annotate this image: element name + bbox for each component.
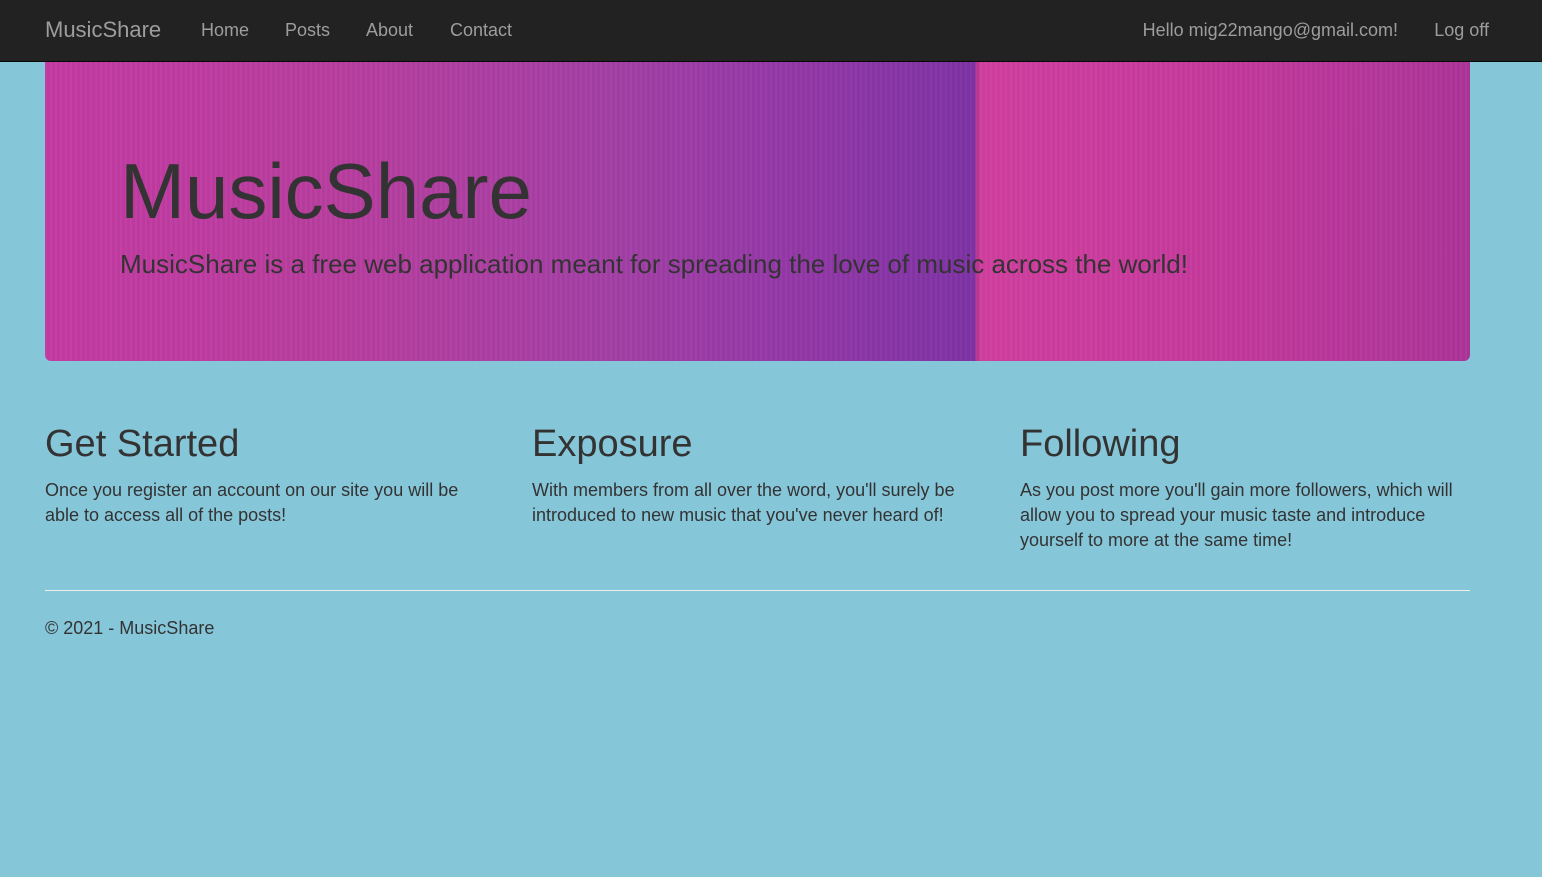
- footer-divider: [45, 590, 1470, 591]
- hero-banner: MusicShare MusicShare is a free web appl…: [45, 62, 1470, 361]
- feature-column-following: Following As you post more you'll gain m…: [1020, 420, 1470, 553]
- feature-column-get-started: Get Started Once you register an account…: [45, 420, 495, 528]
- feature-heading: Exposure: [532, 423, 693, 465]
- feature-column-exposure: Exposure With members from all over the …: [532, 420, 982, 528]
- feature-text: As you post more you'll gain more follow…: [1020, 480, 1453, 550]
- brand-link[interactable]: MusicShare: [45, 17, 161, 43]
- feature-text: With members from all over the word, you…: [532, 480, 955, 525]
- user-greeting-link[interactable]: Hello mig22mango@gmail.com!: [1143, 20, 1398, 40]
- nav-link-contact[interactable]: Contact: [450, 20, 512, 40]
- nav-link-posts[interactable]: Posts: [285, 20, 330, 40]
- footer-copyright: © 2021 - MusicShare: [45, 618, 215, 638]
- nav-link-home[interactable]: Home: [201, 20, 249, 40]
- feature-heading: Following: [1020, 423, 1181, 465]
- logoff-link[interactable]: Log off: [1434, 20, 1489, 40]
- hero-lead: MusicShare is a free web application mea…: [120, 249, 1188, 279]
- top-navbar: MusicShare Home Posts About Contact Hell…: [0, 0, 1542, 62]
- hero-title: MusicShare: [120, 147, 532, 235]
- feature-text: Once you register an account on our site…: [45, 480, 459, 525]
- nav-link-about[interactable]: About: [366, 20, 413, 40]
- feature-heading: Get Started: [45, 423, 240, 465]
